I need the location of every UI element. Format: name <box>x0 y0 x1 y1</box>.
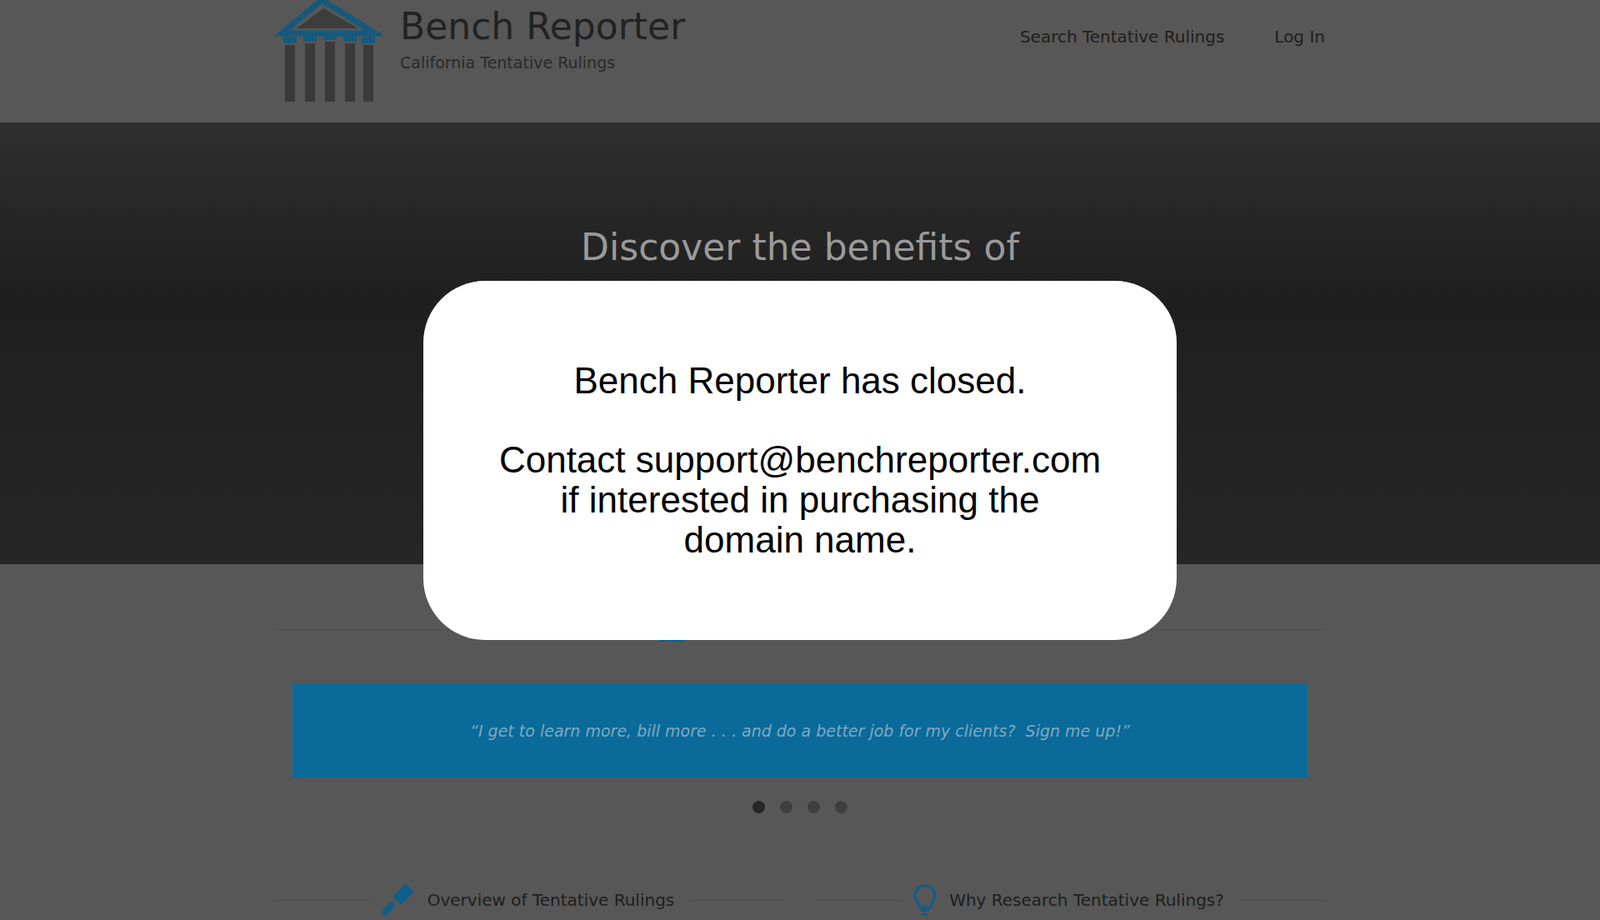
carousel-dots <box>275 800 1325 814</box>
carousel-dot[interactable] <box>780 800 793 814</box>
closed-notice-modal: Bench Reporter has closed. Contact suppo… <box>423 280 1177 640</box>
page: Bench Reporter California Tentative Ruli… <box>0 0 1600 920</box>
hero-heading: Discover the benefits of <box>580 225 1020 273</box>
testimonial-banner: “I get to learn more, bill more . . . an… <box>292 683 1308 778</box>
site-title: Bench Reporter <box>400 6 685 47</box>
content: “I get to learn more, bill more . . . an… <box>0 564 1600 917</box>
gavel-icon <box>382 883 416 917</box>
carousel-dot[interactable] <box>807 800 820 814</box>
hero-banner: Discover the benefits of <box>0 122 1600 565</box>
courthouse-photo <box>0 122 1600 565</box>
carousel-dot[interactable] <box>835 800 848 814</box>
lightbulb-icon <box>912 883 938 917</box>
nav-link[interactable]: Log In <box>1274 26 1325 47</box>
brand[interactable]: Bench Reporter California Tentative Ruli… <box>275 0 685 104</box>
modal-title: Bench Reporter has closed. <box>456 360 1144 401</box>
feature-heading[interactable]: Why Research Tentative Rulings? <box>815 883 1325 917</box>
site-subtitle: California Tentative Rulings <box>400 53 685 72</box>
main-nav: Search Tentative Rulings Log In <box>1020 0 1325 47</box>
modal-layer: Bench Reporter has closed. Contact suppo… <box>0 0 1600 920</box>
section-divider <box>275 612 1325 646</box>
feature-links: Overview of Tentative Rulings Why Resear… <box>275 883 1325 917</box>
feature-heading[interactable]: Overview of Tentative Rulings <box>275 883 785 917</box>
nav-link[interactable]: Search Tentative Rulings <box>1020 26 1225 47</box>
modal-message: Contact support@benchreporter.comif inte… <box>456 440 1144 560</box>
site-header: Bench Reporter California Tentative Ruli… <box>0 0 1600 123</box>
carousel-dot[interactable] <box>752 800 765 814</box>
courthouse-logo-icon <box>275 0 382 104</box>
testimonial-quote: “I get to learn more, bill more . . . an… <box>470 721 1130 740</box>
thumbs-up-icon <box>658 616 690 642</box>
